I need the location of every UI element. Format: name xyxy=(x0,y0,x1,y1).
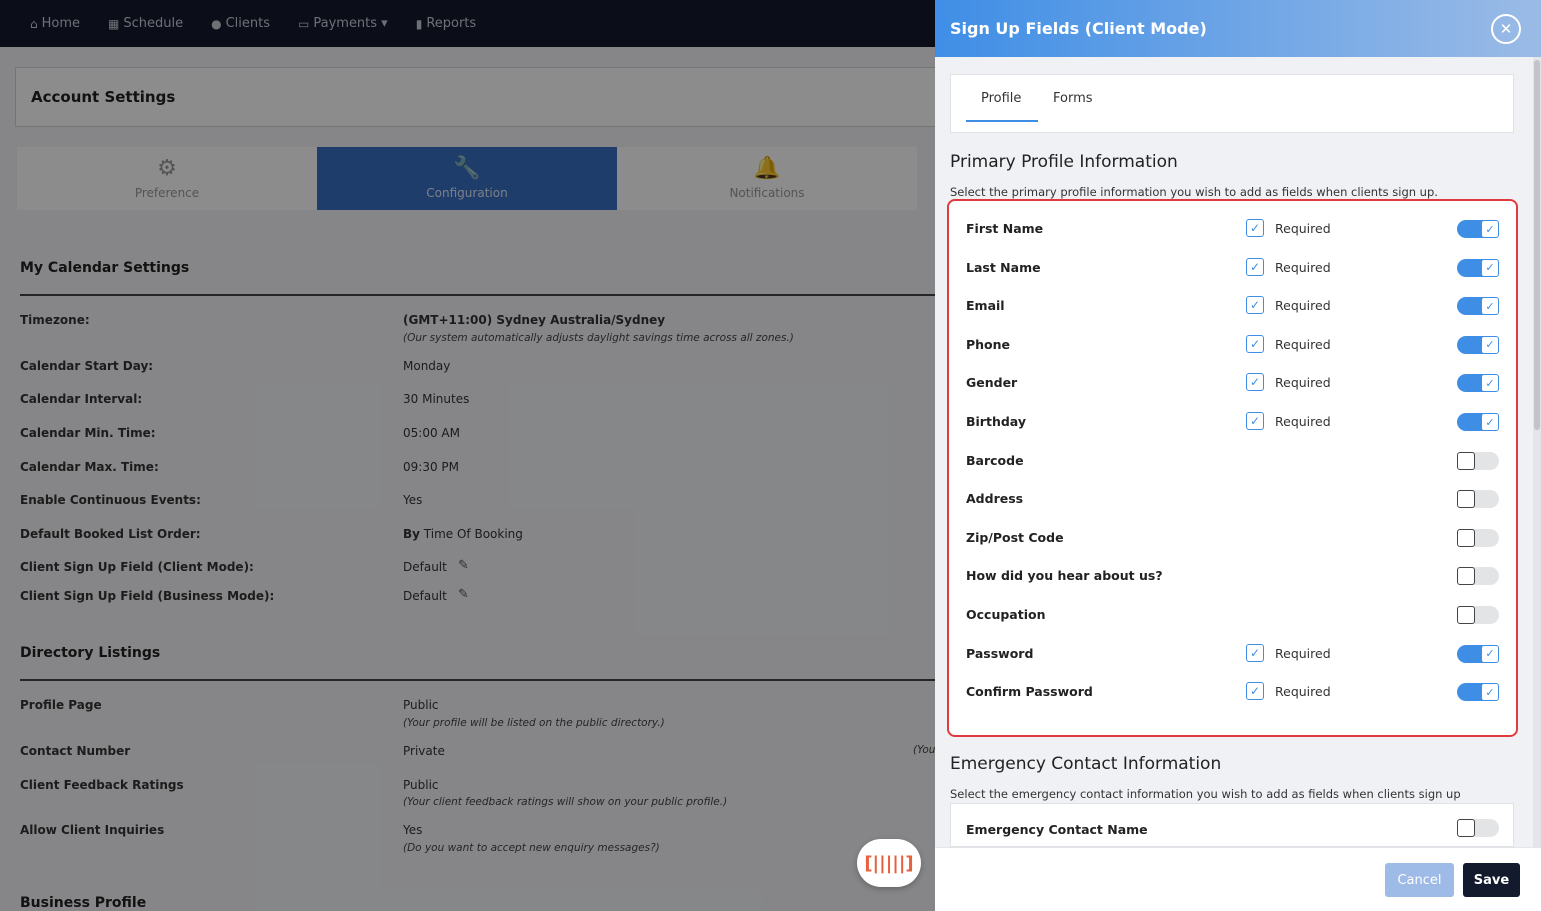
required-checkbox[interactable]: ✓ xyxy=(1246,682,1264,701)
toggle-knob: ✓ xyxy=(1481,683,1499,702)
field-row: Email ✓ Required ✓ xyxy=(949,296,1516,316)
tab-profile[interactable]: Profile xyxy=(981,91,1021,106)
required-checkbox[interactable]: ✓ xyxy=(1246,257,1264,276)
required-label: Required xyxy=(1275,336,1331,352)
toggle-knob xyxy=(1457,490,1475,509)
field-label: Birthday xyxy=(966,414,1026,429)
required-label: Required xyxy=(1275,375,1331,391)
toggle-knob: ✓ xyxy=(1481,644,1499,663)
field-toggle[interactable]: ✓ xyxy=(1457,335,1499,354)
barcode-scan-button[interactable]: [|||||] xyxy=(857,839,921,887)
barcode-icon: [|||||] xyxy=(864,852,914,874)
emergency-fields-list: Emergency Contact Name xyxy=(950,803,1514,847)
field-row: Password ✓ Required ✓ xyxy=(949,643,1516,664)
field-label: Email xyxy=(966,298,1005,314)
required-label: Required xyxy=(1275,221,1331,236)
primary-fields-list: First Name ✓ Required ✓ Last Name ✓ Required ✓ E… xyxy=(947,199,1518,737)
field-label: Occupation xyxy=(966,607,1046,622)
field-toggle[interactable] xyxy=(1457,490,1499,509)
modal-header: Sign Up Fields (Client Mode) ✕ xyxy=(935,0,1541,57)
field-label: Address xyxy=(966,491,1024,507)
field-row: Occupation xyxy=(949,605,1516,625)
field-row: First Name ✓ Required ✓ xyxy=(949,219,1516,239)
required-checkbox[interactable]: ✓ xyxy=(1246,412,1264,430)
toggle-knob: ✓ xyxy=(1481,335,1499,354)
field-row: Address xyxy=(949,489,1516,509)
field-toggle[interactable]: ✓ xyxy=(1457,220,1499,238)
field-toggle[interactable]: ✓ xyxy=(1457,297,1499,316)
field-label: Zip/Post Code xyxy=(966,529,1064,545)
field-label: Confirm Password xyxy=(966,684,1093,700)
toggle-knob xyxy=(1457,567,1475,586)
toggle-knob xyxy=(1457,528,1475,547)
field-label: Emergency Contact Name xyxy=(966,822,1148,837)
toggle-knob: ✓ xyxy=(1481,220,1499,238)
field-toggle[interactable] xyxy=(1457,567,1499,586)
field-label: How did you hear about us? xyxy=(966,568,1163,584)
scrollbar-thumb[interactable] xyxy=(1534,60,1540,430)
close-button[interactable]: ✕ xyxy=(1491,14,1521,44)
field-label: Phone xyxy=(966,336,1011,352)
modal-backdrop[interactable] xyxy=(0,0,935,911)
field-row: Last Name ✓ Required ✓ xyxy=(949,257,1516,278)
field-toggle[interactable]: ✓ xyxy=(1457,413,1499,431)
required-checkbox[interactable]: ✓ xyxy=(1246,373,1264,392)
field-label: First Name xyxy=(966,221,1044,236)
field-row: Zip/Post Code xyxy=(949,528,1516,548)
required-label: Required xyxy=(1275,645,1331,661)
cancel-button[interactable]: Cancel xyxy=(1385,863,1454,897)
field-toggle[interactable] xyxy=(1457,451,1499,470)
primary-info-title: Primary Profile Information xyxy=(950,152,1178,172)
required-checkbox[interactable]: ✓ xyxy=(1246,334,1264,353)
field-row: How did you hear about us? xyxy=(949,566,1516,586)
modal-footer: Cancel Save xyxy=(935,847,1541,911)
toggle-knob: ✓ xyxy=(1481,374,1499,393)
field-toggle[interactable]: ✓ xyxy=(1457,644,1499,663)
required-label: Required xyxy=(1275,259,1331,275)
required-checkbox[interactable]: ✓ xyxy=(1246,643,1264,662)
modal-title: Sign Up Fields (Client Mode) xyxy=(950,19,1207,38)
active-tab-indicator xyxy=(966,120,1038,122)
tab-forms[interactable]: Forms xyxy=(1053,91,1093,106)
field-row: Confirm Password ✓ Required ✓ xyxy=(949,682,1516,702)
field-toggle[interactable] xyxy=(1457,606,1499,624)
field-row: Phone ✓ Required ✓ xyxy=(949,334,1516,355)
field-toggle[interactable]: ✓ xyxy=(1457,258,1499,277)
emergency-info-subtitle: Select the emergency contact information… xyxy=(950,787,1461,801)
toggle-knob xyxy=(1457,819,1475,837)
field-label: Last Name xyxy=(966,259,1041,275)
required-label: Required xyxy=(1275,414,1331,429)
save-button[interactable]: Save xyxy=(1463,863,1520,897)
required-checkbox[interactable]: ✓ xyxy=(1246,219,1264,237)
field-toggle[interactable]: ✓ xyxy=(1457,683,1499,702)
field-label: Gender xyxy=(966,375,1018,391)
toggle-knob: ✓ xyxy=(1481,258,1499,277)
field-label: Barcode xyxy=(966,452,1024,468)
primary-info-subtitle: Select the primary profile information y… xyxy=(950,185,1438,199)
modal-tabs: Profile Forms xyxy=(950,74,1514,133)
field-toggle[interactable]: ✓ xyxy=(1457,374,1499,393)
toggle-knob xyxy=(1457,606,1475,624)
required-label: Required xyxy=(1275,298,1331,314)
required-label: Required xyxy=(1275,684,1331,700)
field-row: Barcode xyxy=(949,451,1516,471)
field-label: Password xyxy=(966,645,1034,661)
toggle-knob: ✓ xyxy=(1481,297,1499,316)
field-row: Birthday ✓ Required ✓ xyxy=(949,412,1516,432)
emergency-info-title: Emergency Contact Information xyxy=(950,754,1222,774)
required-checkbox[interactable]: ✓ xyxy=(1246,296,1264,315)
field-toggle[interactable] xyxy=(1457,819,1499,837)
close-icon: ✕ xyxy=(1499,20,1513,38)
field-row: Gender ✓ Required ✓ xyxy=(949,373,1516,393)
signup-fields-modal: Sign Up Fields (Client Mode) ✕ Profile F… xyxy=(935,0,1541,911)
toggle-knob xyxy=(1457,451,1475,470)
toggle-knob: ✓ xyxy=(1481,413,1499,431)
field-toggle[interactable] xyxy=(1457,528,1499,547)
